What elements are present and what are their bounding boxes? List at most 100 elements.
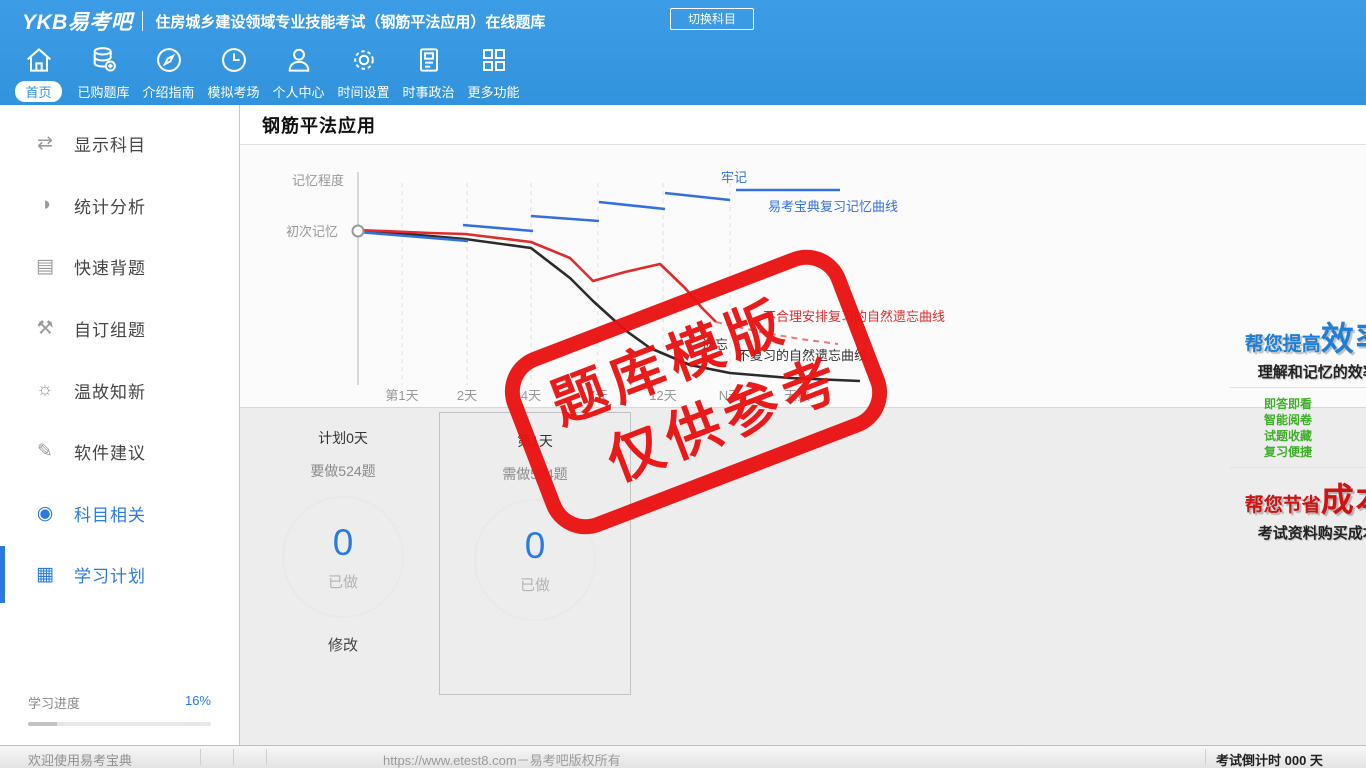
subject-badge-icon: ◉ (36, 502, 54, 524)
study-progress: 学习进度 16% (28, 693, 211, 726)
exam-countdown: 考试倒计时 000 天 (1216, 753, 1323, 768)
planner-icon: ▦ (36, 564, 54, 586)
memory-curve-chart: 记忆程度 初次记忆 牢记 易考宝典复习记忆曲线 不合理安排复习的自然遗忘曲线 遗… (286, 170, 945, 403)
promo-list-item: 智能阅卷 (1264, 412, 1313, 427)
sidebar-item-statistics[interactable]: ◑ 统计分析 (0, 175, 239, 237)
sidebar-item-quick-memorize[interactable]: ▤ 快速背题 (0, 236, 239, 298)
study-progress-label: 学习进度 (28, 696, 81, 711)
study-progress-value: 16% (184, 693, 211, 708)
sidebar-item-software-feedback[interactable]: ✎ 软件建议 (0, 421, 239, 483)
sidebar-item-subject-related[interactable]: ◉ 科目相关 (0, 483, 239, 545)
series-bad-review-curve-dashed-tail (715, 321, 839, 345)
promo-list-item: 试题收藏 (1264, 428, 1313, 443)
sidebar-item-custom-quiz[interactable]: ⚒ 自订组题 (0, 298, 239, 360)
tools-icon: ⚒ (36, 318, 54, 340)
promo-cost-headline: 帮您节省成本 考试资料购买成本 (1244, 480, 1366, 542)
promo-time-list: 即答即看 智能阅卷 试题收藏 复习便捷 (1230, 396, 1366, 460)
plan-days: 计划0天 (318, 430, 368, 446)
x-tick: N天 (719, 388, 741, 403)
database-icon (93, 47, 116, 72)
status-bar: 欢迎使用易考宝典 https://www.etest8.com－易考吧版权所有 … (0, 745, 1366, 768)
done-count: 0 (524, 524, 546, 566)
brand-row: YKB易考吧 住房城乡建设领域专业技能考试（钢筋平法应用）在线题库 (22, 6, 545, 36)
x-tick: 12天 (649, 388, 676, 403)
x-tick: 第1天 (385, 388, 418, 403)
review-segment (664, 191, 731, 202)
promo-list-item: 复习便捷 (1264, 444, 1313, 459)
bad-review-curve-label: 不合理安排复习的自然遗忘曲线 (763, 309, 945, 324)
plan-todo: 要做524题 (310, 463, 376, 479)
switch-subject-button[interactable]: 切换科目 (670, 8, 754, 30)
status-divider (200, 749, 201, 765)
nav-item-purchased-banks[interactable]: 已购题库 (71, 44, 136, 102)
sidebar: ⇄ 显示科目 ◑ 统计分析 ▤ 快速背题 ⚒ 自订组题 ☼ 温故知新 ✎ 软件建… (0, 105, 240, 745)
plan-todo: 需做524题 (502, 466, 568, 482)
sidebar-item-show-subjects[interactable]: ⇄ 显示科目 (0, 113, 239, 175)
plan-days: 第1天 (517, 433, 553, 449)
x-tick: 2天 (457, 388, 477, 403)
sidebar-item-review-old[interactable]: ☼ 温故知新 (0, 359, 239, 421)
nav-item-time-settings[interactable]: 时间设置 (331, 44, 396, 102)
x-tick: 4天 (521, 388, 541, 403)
grid-icon (482, 49, 505, 71)
edit-note-icon: ✎ (37, 441, 53, 463)
progress-bar (28, 722, 211, 726)
promo-panel: 帮您提高效率 理解和记忆的效率 模拟考场 强化训练 艾宾浩斯记忆法 错题重做 即… (1230, 307, 1366, 549)
initial-memory-label: 初次记忆 (286, 224, 338, 239)
promo-row-efficiency: 帮您提高效率 理解和记忆的效率 模拟考场 强化训练 艾宾浩斯记忆法 错题重做 (1230, 307, 1366, 387)
gear-icon (353, 50, 374, 70)
lightbulb-icon: ☼ (36, 379, 54, 401)
status-divider (233, 749, 234, 765)
plan-card-overview[interactable]: 计划0天 要做524题 0 已做 修改 (252, 410, 434, 700)
brand-divider (142, 11, 144, 31)
app-title: 住房城乡建设领域专业技能考试（钢筋平法应用）在线题库 (155, 13, 546, 31)
nav-item-intro-guide[interactable]: 介绍指南 (136, 44, 201, 102)
nav-item-more-functions[interactable]: 更多功能 (461, 44, 526, 102)
copyright-text: https://www.etest8.com－易考吧版权所有 (383, 753, 621, 768)
retain-label: 牢记 (721, 170, 747, 185)
y-axis-label: 记忆程度 (292, 173, 344, 188)
swap-arrows-icon: ⇄ (37, 133, 53, 155)
sidebar-menu: ⇄ 显示科目 ◑ 统计分析 ▤ 快速背题 ⚒ 自订组题 ☼ 温故知新 ✎ 软件建… (0, 113, 239, 606)
page-title: 钢筋平法应用 (262, 115, 376, 136)
welcome-message: 欢迎使用易考宝典 (28, 753, 133, 768)
review-segment (598, 200, 666, 211)
x-axis-ticks: 第1天 2天 4天 7天 12天 N天 天数 (385, 388, 810, 403)
no-review-curve-label: 不复习的自然遗忘曲线 (737, 348, 867, 363)
pie-chart-icon: ◑ (39, 194, 51, 216)
nav-item-current-politics[interactable]: 时事政治 (396, 44, 461, 102)
plan-card-day1[interactable]: 第1天 需做524题 0 已做 (439, 412, 631, 695)
initial-memory-marker (351, 224, 365, 238)
nav-item-personal-center[interactable]: 个人中心 (266, 44, 331, 102)
review-curve-label: 易考宝典复习记忆曲线 (768, 199, 898, 214)
nav-item-home[interactable]: 首页 (6, 44, 71, 102)
news-icon (419, 48, 438, 72)
compass-icon (156, 48, 181, 72)
flashcard-icon: ▤ (36, 256, 54, 278)
memory-curve-panel: 记忆程度 初次记忆 牢记 易考宝典复习记忆曲线 不合理安排复习的自然遗忘曲线 遗… (240, 145, 1366, 542)
review-segment (530, 214, 600, 223)
page-title-bar: 钢筋平法应用 (240, 105, 1366, 145)
promo-efficiency-headline: 帮您提高效率 理解和记忆的效率 (1244, 320, 1366, 381)
promo-row-cost: 帮您节省成本 考试资料购买成本 一年免费升级 一本书的价格 多本书的精髓 (1230, 467, 1366, 547)
done-count: 0 (332, 521, 354, 563)
x-axis-title: 天数 (784, 388, 810, 403)
done-count-label: 已做 (327, 573, 358, 591)
person-icon (288, 48, 309, 72)
progress-bar-fill (28, 722, 58, 726)
status-divider (1205, 749, 1206, 765)
app-logo: YKB易考吧 (22, 11, 133, 34)
header: YKB易考吧 住房城乡建设领域专业技能考试（钢筋平法应用）在线题库 切换科目 首… (0, 0, 1366, 105)
promo-list-item: 即答即看 (1264, 396, 1313, 411)
sidebar-item-study-plan[interactable]: ▦ 学习计划 (0, 544, 239, 606)
status-divider (266, 749, 267, 765)
review-segment (462, 223, 534, 233)
home-icon (26, 47, 51, 72)
nav-item-mock-exam[interactable]: 模拟考场 (201, 44, 266, 102)
done-count-circle: 0 已做 (474, 499, 596, 621)
series-bad-review-curve (357, 228, 717, 323)
main-nav: 首页 已购题库 介绍指南 模拟考场 个人中心 时间设置 时事政治 更多功能 (6, 44, 526, 102)
modify-plan-button[interactable]: 修改 (328, 634, 358, 655)
x-tick: 7天 (588, 388, 608, 403)
forget-label: 遗忘 (702, 337, 728, 352)
